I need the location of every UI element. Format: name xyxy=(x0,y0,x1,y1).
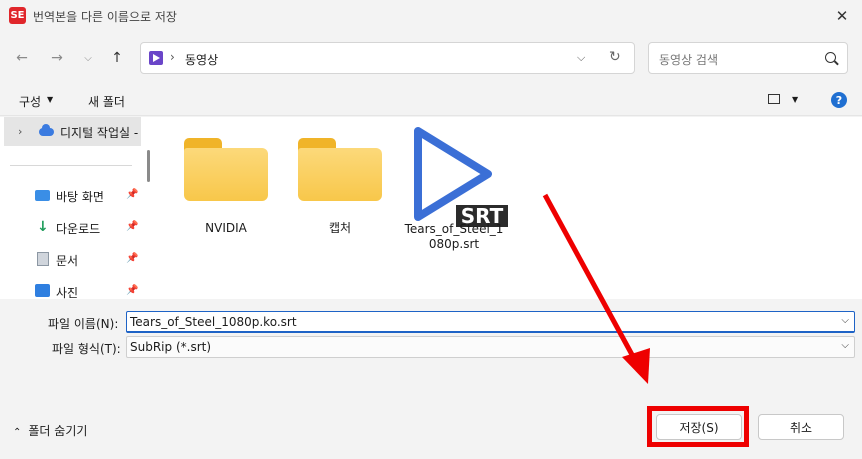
filetype-select[interactable]: SubRip (*.srt) ⌵ xyxy=(126,336,855,358)
file-list: NVIDIA 캡처 SRT Tears_of_Steel_1 080p.srt xyxy=(158,117,862,299)
sidebar-item-label: 디지털 작업실 - xyxy=(60,126,139,140)
hide-folders-button[interactable]: ⌃ 폴더 숨기기 xyxy=(13,422,87,439)
file-name: 캡처 xyxy=(328,221,352,235)
sidebar-item-pictures[interactable]: 사진 📌 xyxy=(34,282,142,302)
file-item-folder[interactable]: 캡처 xyxy=(290,135,390,260)
breadcrumb-chevron-icon[interactable]: › xyxy=(170,50,175,64)
sidebar-divider xyxy=(10,165,132,166)
folder-icon xyxy=(184,135,268,201)
address-dropdown-icon[interactable]: ⌵ xyxy=(577,51,585,65)
srt-file-icon: SRT xyxy=(410,125,508,227)
back-arrow-icon[interactable]: ← xyxy=(11,47,33,69)
close-button[interactable]: ✕ xyxy=(822,0,862,32)
search-input[interactable]: 동영상 검색 xyxy=(659,51,718,68)
help-icon[interactable]: ? xyxy=(831,92,847,108)
window-title: 번역본을 다른 이름으로 저장 xyxy=(33,10,177,24)
address-path[interactable]: 동영상 xyxy=(185,51,218,68)
sidebar-scrollbar[interactable] xyxy=(147,150,150,182)
sidebar-item-label: 바탕 화면 xyxy=(56,190,104,204)
chevron-down-icon[interactable]: ⌵ xyxy=(841,340,849,351)
sidebar-item-downloads[interactable]: ↓ 다운로드 📌 xyxy=(34,218,142,238)
document-icon xyxy=(37,252,49,266)
navigation-bar: ← → ⌵ ↑ › 동영상 ⌵ ↻ 동영상 검색 xyxy=(0,40,862,76)
pin-icon: 📌 xyxy=(126,221,139,232)
pin-icon: 📌 xyxy=(126,253,139,264)
filename-label: 파일 이름(N): xyxy=(48,317,119,331)
search-icon[interactable] xyxy=(825,52,836,63)
navigation-pane: › 디지털 작업실 - 바탕 화면 📌 ↓ 다운로드 📌 문서 📌 사진 📌 xyxy=(0,117,158,302)
file-name: NVIDIA xyxy=(205,221,247,235)
address-bar[interactable]: › 동영상 ⌵ ↻ xyxy=(140,42,635,74)
filetype-label: 파일 형식(T): xyxy=(52,342,121,356)
command-bar: 구성 ▼ 새 폴더 ▼ ? xyxy=(0,86,862,116)
view-caret-icon[interactable]: ▼ xyxy=(792,95,798,104)
filename-field[interactable]: Tears_of_Steel_1080p.ko.srt ⌵ xyxy=(126,311,855,333)
title-bar: SE 번역본을 다른 이름으로 저장 ✕ xyxy=(0,0,862,32)
hide-folders-label: 폴더 숨기기 xyxy=(28,424,88,438)
organize-caret-icon[interactable]: ▼ xyxy=(47,95,53,104)
up-arrow-icon[interactable]: ↑ xyxy=(106,47,128,69)
cancel-button[interactable]: 취소 xyxy=(758,414,844,440)
download-icon: ↓ xyxy=(37,219,49,235)
organize-button[interactable]: 구성 xyxy=(19,93,41,110)
recent-locations-chevron-icon[interactable]: ⌵ xyxy=(77,47,99,69)
filename-value[interactable]: Tears_of_Steel_1080p.ko.srt xyxy=(130,315,297,329)
sidebar-item-onedrive[interactable]: › 디지털 작업실 - xyxy=(4,117,141,146)
sidebar-item-label: 문서 xyxy=(56,254,79,268)
sidebar-item-label: 다운로드 xyxy=(56,222,101,236)
sidebar-item-documents[interactable]: 문서 📌 xyxy=(34,250,142,270)
videos-folder-icon xyxy=(149,51,163,65)
search-box[interactable]: 동영상 검색 xyxy=(648,42,848,74)
view-options-icon[interactable] xyxy=(768,94,780,104)
forward-arrow-icon[interactable]: → xyxy=(46,47,68,69)
expand-chevron-icon[interactable]: › xyxy=(18,125,22,138)
sidebar-item-desktop[interactable]: 바탕 화면 📌 xyxy=(34,186,142,206)
new-folder-button[interactable]: 새 폴더 xyxy=(88,93,125,110)
pin-icon: 📌 xyxy=(126,285,139,296)
pictures-icon xyxy=(35,284,50,297)
file-item-folder[interactable]: NVIDIA xyxy=(176,135,276,260)
chevron-up-icon: ⌃ xyxy=(13,427,22,438)
folder-icon xyxy=(298,135,382,201)
filetype-value[interactable]: SubRip (*.srt) xyxy=(130,340,211,354)
sidebar-item-label: 사진 xyxy=(56,286,79,300)
cloud-icon xyxy=(39,124,54,136)
chevron-down-icon[interactable]: ⌵ xyxy=(841,315,849,326)
save-button-highlight xyxy=(647,406,749,447)
desktop-icon xyxy=(35,190,50,201)
app-icon: SE xyxy=(9,7,26,24)
pin-icon: 📌 xyxy=(126,189,139,200)
file-item-srt[interactable]: SRT Tears_of_Steel_1 080p.srt xyxy=(404,125,508,265)
file-name: Tears_of_Steel_1 080p.srt xyxy=(404,222,504,251)
refresh-icon[interactable]: ↻ xyxy=(609,49,621,65)
